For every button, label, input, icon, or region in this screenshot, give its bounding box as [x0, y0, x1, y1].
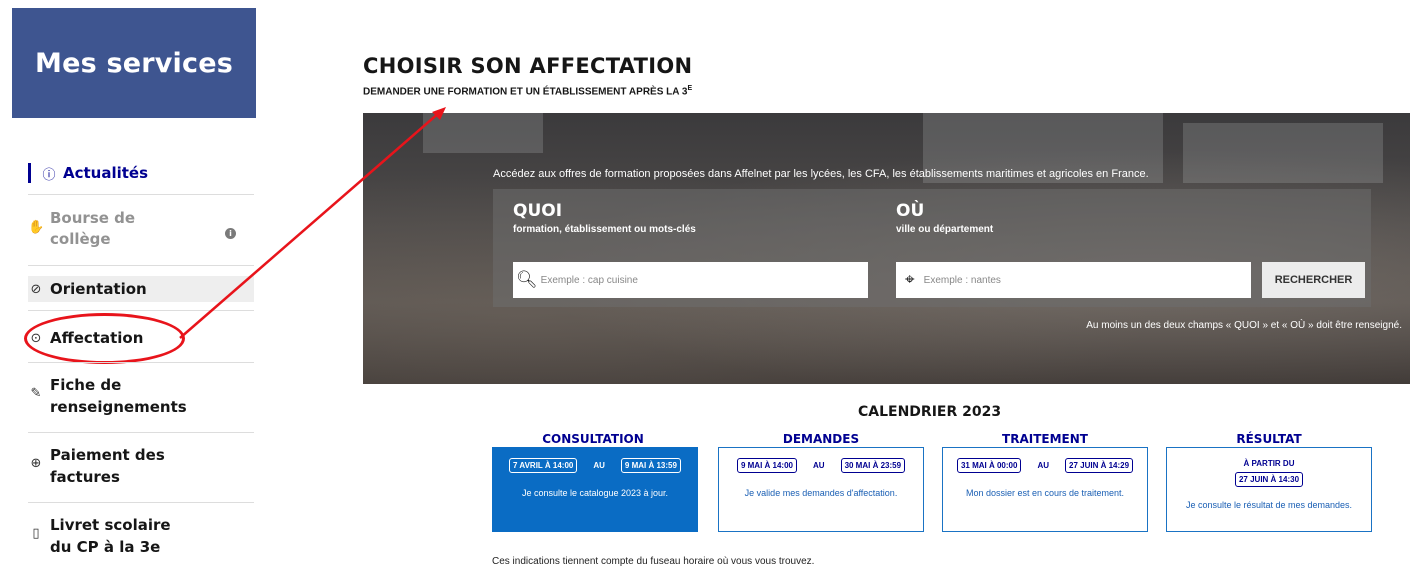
- phase-label-consultation: CONSULTATION: [542, 432, 644, 446]
- sidebar-item-fiche[interactable]: ✎ Fiche de renseignements: [28, 374, 254, 422]
- hero-photo-window: [1183, 123, 1383, 183]
- hero-photo-window: [423, 113, 543, 153]
- label-line-1: Paiement des: [50, 446, 165, 464]
- timezone-note: Ces indications tiennent compte du fusea…: [492, 556, 815, 567]
- coins-icon: ⊕: [30, 456, 42, 471]
- quoi-subtitle: formation, établissement ou mots-clés: [513, 224, 696, 235]
- phase-description: Je valide mes demandes d'affectation.: [744, 488, 898, 498]
- ou-field[interactable]: ⌖: [896, 262, 1251, 298]
- search-button[interactable]: RECHERCHER: [1262, 262, 1365, 298]
- ou-title: OÙ: [896, 201, 925, 221]
- label-line-2: renseignements: [50, 398, 187, 416]
- sidebar-item-livret[interactable]: ▯ Livret scolaire du CP à la 3e: [28, 514, 254, 562]
- end-date-pill: 30 MAI À 23:59: [840, 458, 906, 473]
- phase-card-traitement: 31 MAI À 00:00 AU 27 JUIN À 14:29 Mon do…: [942, 447, 1148, 532]
- compass-icon: ⊘: [30, 281, 42, 297]
- sidebar-divider: [28, 362, 254, 363]
- search-icon: 🔍︎: [516, 270, 538, 289]
- result-date-row: 27 JUIN À 14:30: [1167, 472, 1371, 487]
- start-date-pill: 31 MAI À 00:00: [956, 458, 1022, 473]
- date-range: 31 MAI À 00:00 AU 27 JUIN À 14:29: [943, 458, 1147, 473]
- page-subtitle: DEMANDER UNE FORMATION ET UN ÉTABLISSEME…: [363, 85, 692, 97]
- location-pin-icon: ⌖: [905, 270, 915, 289]
- label-line-1: Bourse de: [50, 209, 136, 227]
- au-label: AU: [1037, 461, 1049, 470]
- end-date-pill: 27 JUIN À 14:29: [1065, 458, 1134, 473]
- sidebar-item-label: Paiement des factures: [50, 444, 165, 488]
- search-intro: Accédez aux offres de formation proposée…: [493, 168, 1149, 180]
- sidebar-item-label: Fiche de renseignements: [50, 374, 187, 418]
- sidebar-item-label: Orientation: [50, 280, 147, 298]
- label-line-2: collège: [50, 230, 111, 248]
- label-line-2: du CP à la 3e: [50, 538, 161, 556]
- services-header: Mes services: [12, 8, 256, 118]
- date-range: 9 MAI À 14:00 AU 30 MAI À 23:59: [719, 458, 923, 473]
- start-date-pill: 7 AVRIL À 14:00: [509, 458, 578, 473]
- phase-card-consultation: 7 AVRIL À 14:00 AU 9 MAI À 13:59 Je cons…: [492, 447, 698, 532]
- annotation-ellipse: [24, 313, 185, 364]
- sidebar-divider: [28, 194, 254, 195]
- label-line-1: Fiche de: [50, 376, 122, 394]
- active-indicator: [28, 163, 31, 183]
- phase-description: Je consulte le catalogue 2023 à jour.: [521, 488, 669, 498]
- calendar-title: CALENDRIER 2023: [858, 404, 1002, 420]
- services-title: Mes services: [35, 47, 233, 79]
- search-requirement-note: Au moins un des deux champs « QUOI » et …: [1086, 320, 1402, 331]
- subtitle-text: DEMANDER UNE FORMATION ET UN ÉTABLISSEME…: [363, 86, 688, 98]
- date-range: 7 AVRIL À 14:00 AU 9 MAI À 13:59: [493, 458, 697, 473]
- ou-input[interactable]: [923, 274, 1251, 286]
- result-from-label: À PARTIR DU: [1243, 459, 1295, 468]
- search-panel: QUOI formation, établissement ou mots-cl…: [493, 189, 1371, 307]
- sidebar-divider: [28, 432, 254, 433]
- start-date-pill: 9 MAI À 14:00: [736, 458, 797, 473]
- sidebar-item-actualites[interactable]: ⓘ Actualités: [28, 160, 254, 186]
- au-label: AU: [593, 461, 605, 470]
- quoi-title: QUOI: [513, 201, 563, 221]
- phase-label-resultat: RÉSULTAT: [1236, 432, 1302, 446]
- label-line-1: Livret scolaire: [50, 516, 171, 534]
- sidebar-item-label: Bourse de collège: [50, 208, 135, 250]
- subtitle-sup: E: [687, 85, 693, 92]
- sidebar-item-label: Actualités: [63, 164, 149, 182]
- hero-banner: Accédez aux offres de formation proposée…: [363, 113, 1410, 384]
- sidebar-divider: [28, 265, 254, 266]
- result-date-pill: 27 JUIN À 14:30: [1234, 472, 1304, 487]
- phase-label-traitement: TRAITEMENT: [1002, 432, 1088, 446]
- page-title: CHOISIR SON AFFECTATION: [363, 54, 693, 78]
- edit-icon: ✎: [30, 386, 42, 401]
- sidebar-item-paiement[interactable]: ⊕ Paiement des factures: [28, 444, 254, 492]
- sidebar-item-bourse[interactable]: ✋ Bourse de collège i: [28, 208, 254, 258]
- phase-card-demandes: 9 MAI À 14:00 AU 30 MAI À 23:59 Je valid…: [718, 447, 924, 532]
- sidebar-divider: [28, 502, 254, 503]
- phase-label-demandes: DEMANDES: [782, 432, 860, 446]
- info-badge-icon[interactable]: i: [225, 228, 236, 239]
- label-line-2: factures: [50, 468, 120, 486]
- end-date-pill: 9 MAI À 13:59: [620, 458, 681, 473]
- sidebar-item-orientation[interactable]: ⊘ Orientation: [28, 276, 254, 302]
- au-label: AU: [813, 461, 825, 470]
- quoi-input[interactable]: [540, 274, 868, 286]
- sidebar-item-label: Livret scolaire du CP à la 3e: [50, 514, 171, 558]
- hand-coins-icon: ✋: [28, 220, 45, 235]
- phase-description: Mon dossier est en cours de traitement.: [965, 488, 1125, 498]
- info-circle-icon: ⓘ: [42, 167, 56, 183]
- phase-card-resultat: À PARTIR DU 27 JUIN À 14:30 Je consulte …: [1166, 447, 1372, 532]
- book-open-icon: ▯: [32, 526, 40, 541]
- sidebar-divider: [28, 310, 254, 311]
- phase-description: Je consulte le résultat de mes demandes.: [1185, 500, 1353, 510]
- ou-subtitle: ville ou département: [896, 224, 994, 235]
- quoi-field[interactable]: 🔍︎: [513, 262, 868, 298]
